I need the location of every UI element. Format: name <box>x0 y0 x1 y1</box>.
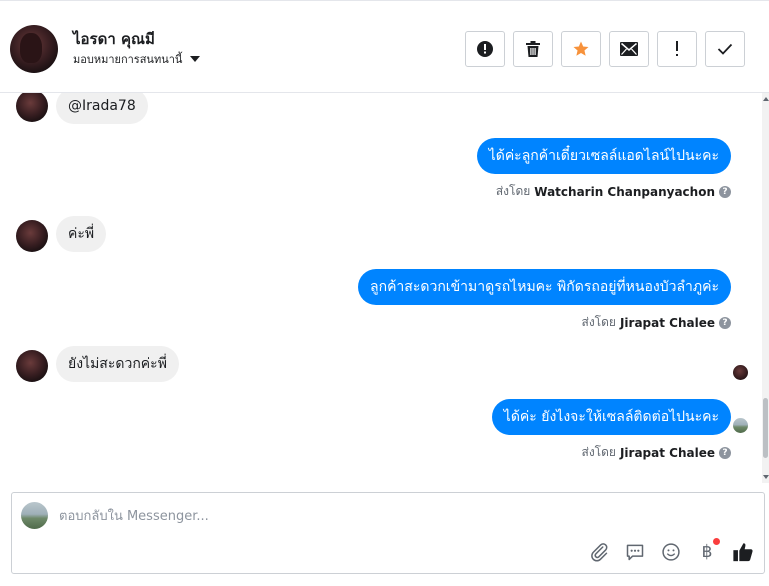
trash-icon <box>526 41 540 57</box>
reply-composer: ฿ <box>11 492 765 574</box>
page-avatar <box>21 502 48 529</box>
caret-down-icon <box>190 56 201 62</box>
incoming-message: @Irada78 <box>56 93 148 124</box>
outgoing-message: ได้ค่ะ ยังไงจะให้เซลล์ติดต่อไปนะคะ <box>491 399 731 435</box>
sent-by-label: ส่งโดย <box>581 445 616 459</box>
saved-replies-button[interactable] <box>624 541 646 563</box>
contact-name[interactable]: ไอรดา คุณมี <box>73 27 155 51</box>
thumbs-up-icon <box>733 543 753 562</box>
star-icon <box>573 41 589 56</box>
help-icon[interactable]: ? <box>719 185 731 198</box>
read-receipt-avatar <box>733 418 748 433</box>
help-icon[interactable]: ? <box>719 446 731 459</box>
conversation-toolbar <box>465 31 745 67</box>
sent-by-line: ส่งโดย Jirapat Chalee ? <box>581 313 731 332</box>
sender-name: Jirapat Chalee <box>619 315 715 330</box>
smiley-icon <box>662 543 680 561</box>
baht-icon: ฿ <box>701 542 713 562</box>
outgoing-message: ได้ค่ะลูกค้าเดี๋ยวเซลล์แอดไลน์ไปนะคะ <box>476 138 731 174</box>
message-thread: @Irada78 ได้ค่ะลูกค้าเดี๋ยวเซลล์แอดไลน์ไ… <box>0 93 762 483</box>
delete-button[interactable] <box>513 31 553 67</box>
envelope-icon <box>620 42 638 56</box>
scroll-down-arrow-icon[interactable] <box>763 475 769 479</box>
paperclip-icon <box>591 543 608 562</box>
sender-avatar[interactable] <box>16 220 48 252</box>
mark-done-button[interactable] <box>705 31 745 67</box>
sender-avatar[interactable] <box>16 93 48 122</box>
assign-conversation-dropdown[interactable]: มอบหมายการสนทนานี้ <box>73 50 201 68</box>
exclamation-icon <box>676 41 678 56</box>
scroll-up-arrow-icon[interactable] <box>763 97 769 101</box>
follow-up-button[interactable] <box>657 31 697 67</box>
sent-by-line: ส่งโดย Jirapat Chalee ? <box>581 443 731 462</box>
alert-circle-icon <box>477 41 493 57</box>
sent-by-label: ส่งโดย <box>495 184 531 198</box>
reply-input[interactable] <box>59 505 659 527</box>
mark-unread-button[interactable] <box>609 31 649 67</box>
help-icon[interactable]: ? <box>719 316 731 329</box>
attach-button[interactable] <box>588 541 610 563</box>
sent-by-label: ส่งโดย <box>581 315 616 329</box>
like-button[interactable] <box>732 541 754 563</box>
checkmark-icon <box>717 43 733 55</box>
chat-bubble-icon <box>626 544 644 561</box>
emoji-button[interactable] <box>660 541 682 563</box>
spam-button[interactable] <box>465 31 505 67</box>
incoming-message: ยังไม่สะดวกค่ะพี่ <box>56 346 179 382</box>
star-button[interactable] <box>561 31 601 67</box>
read-receipt-avatar <box>733 365 748 380</box>
notification-dot <box>713 538 720 545</box>
conversation-header: ไอรดา คุณมี มอบหมายการสนทนานี้ <box>0 0 769 93</box>
assign-label: มอบหมายการสนทนานี้ <box>73 53 183 66</box>
sent-by-line: ส่งโดย Watcharin Chanpanyachon ? <box>496 182 731 201</box>
scrollbar-thumb[interactable] <box>763 398 768 458</box>
incoming-message: ค่ะพี่ <box>56 216 107 252</box>
sender-name: Watcharin Chanpanyachon <box>534 184 715 199</box>
composer-tools: ฿ <box>588 538 754 563</box>
sender-name: Jirapat Chalee <box>619 445 715 460</box>
outgoing-message: ลูกค้าสะดวกเข้ามาดูรถไหมคะ พิกัดรถอยู่ที… <box>358 269 731 305</box>
sender-avatar[interactable] <box>16 350 48 382</box>
payment-button[interactable]: ฿ <box>696 538 720 563</box>
contact-avatar[interactable] <box>10 25 58 73</box>
thread-scrollbar[interactable] <box>762 93 769 483</box>
